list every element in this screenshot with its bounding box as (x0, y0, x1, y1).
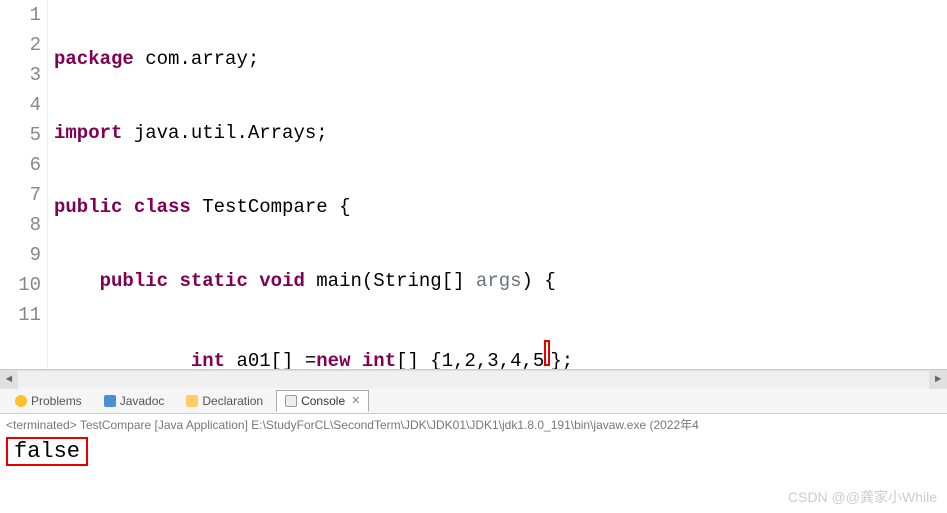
text: }; (550, 350, 573, 369)
text: java.util.Arrays; (122, 122, 327, 144)
tab-label: Javadoc (120, 394, 165, 408)
line-number: 9 (0, 240, 41, 270)
keyword: int (191, 350, 225, 369)
text: a01[] = (225, 350, 316, 369)
tab-label: Console (301, 394, 345, 408)
text: com.array; (134, 48, 259, 70)
tab-label: Declaration (202, 394, 263, 408)
console-output-highlight: false (6, 437, 88, 466)
scroll-right-arrow[interactable]: ► (929, 371, 947, 389)
problems-icon (15, 395, 27, 407)
line-number: 5 (0, 120, 41, 150)
text: TestCompare (191, 196, 339, 218)
keyword: import (54, 122, 122, 144)
bottom-tabs-bar: Problems Javadoc Declaration Console ✕ (0, 388, 947, 414)
line-number: 11 (0, 300, 41, 330)
line-number: 10 (0, 270, 41, 300)
keyword: void (259, 270, 305, 292)
code-line[interactable]: public static void main(String[] args) { (54, 266, 947, 296)
line-number: 2 (0, 30, 41, 60)
declaration-icon (186, 395, 198, 407)
keyword: package (54, 48, 134, 70)
tab-declaration[interactable]: Declaration (177, 390, 272, 412)
keyword: class (134, 196, 191, 218)
code-line[interactable]: package com.array; (54, 44, 947, 74)
javadoc-icon (104, 395, 116, 407)
text: args (476, 270, 522, 292)
close-icon[interactable]: ✕ (351, 394, 360, 407)
watermark-text: CSDN @@龚家小While (788, 487, 937, 507)
line-number: 8 (0, 210, 41, 240)
scroll-left-arrow[interactable]: ◄ (0, 371, 18, 389)
line-number: 7 (0, 180, 41, 210)
tab-javadoc[interactable]: Javadoc (95, 390, 174, 412)
text: main (305, 270, 362, 292)
line-number-gutter: 1 2 3 4 5 6 7 8 9 10 11 (0, 0, 48, 369)
line-number: 1 (0, 0, 41, 30)
tab-console[interactable]: Console ✕ (276, 390, 369, 412)
console-process-label: <terminated> TestCompare [Java Applicati… (0, 414, 947, 435)
code-line[interactable]: import java.util.Arrays; (54, 118, 947, 148)
horizontal-scrollbar[interactable]: ◄ ► (0, 370, 947, 388)
code-editor[interactable]: 1 2 3 4 5 6 7 8 9 10 11 package com.arra… (0, 0, 947, 370)
text: (String[] (362, 270, 476, 292)
code-content[interactable]: package com.array; import java.util.Arra… (48, 0, 947, 369)
line-number: 6 (0, 150, 41, 180)
text: [] {1,2,3,4,5 (396, 350, 544, 369)
line-number: 4 (0, 90, 41, 120)
keyword: public (100, 270, 168, 292)
console-icon (285, 395, 297, 407)
code-line[interactable]: public class TestCompare { (54, 192, 947, 222)
console-output[interactable]: false (0, 435, 947, 468)
text: ) { (522, 270, 556, 292)
tab-problems[interactable]: Problems (6, 390, 91, 412)
keyword: static (179, 270, 247, 292)
text: { (339, 196, 350, 218)
tab-label: Problems (31, 394, 82, 408)
code-line[interactable]: int a01[] =new int[] {1,2,3,4,5}; (54, 340, 947, 369)
line-number: 3 (0, 60, 41, 90)
keyword: public (54, 196, 122, 218)
keyword: new (316, 350, 350, 369)
keyword: int (350, 350, 396, 369)
